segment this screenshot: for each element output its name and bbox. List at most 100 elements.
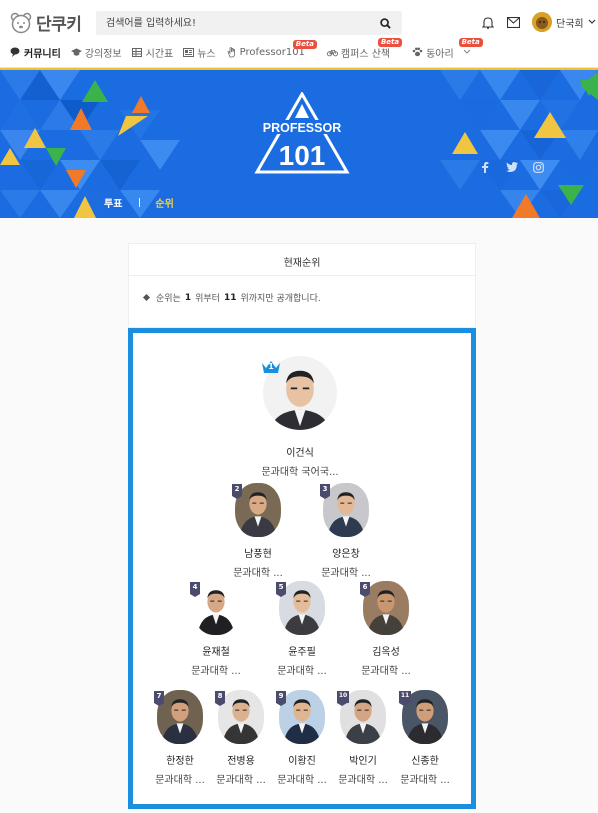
table-icon: [132, 47, 143, 58]
nav-item-news[interactable]: 뉴스: [183, 45, 216, 60]
professor-card[interactable]: 6 김옥성 문과대학 ...: [346, 581, 426, 677]
notice-to: 11: [223, 292, 237, 303]
photo-wrapper: 1: [261, 356, 337, 430]
bicycle-icon: [326, 47, 338, 58]
nav-label: 동아리: [426, 48, 454, 60]
bear-logo-icon: [10, 12, 32, 33]
professor-card[interactable]: 1 이건식 문과대학 국어국...: [235, 356, 365, 478]
nav-item-timetable[interactable]: 시간표: [132, 45, 174, 60]
professor-card[interactable]: 4 윤재철문과대학 ...: [176, 581, 256, 677]
facebook-icon[interactable]: [478, 160, 492, 174]
beta-badge: Beta: [292, 39, 317, 49]
nav-item-professor101[interactable]: Professor101 Beta: [226, 39, 317, 58]
professor-name: 한정한: [166, 756, 194, 767]
tab-ranking[interactable]: 순위: [155, 195, 173, 210]
search-icon: [379, 17, 391, 29]
professor-card[interactable]: 7 한정한문과대학 ...: [150, 690, 210, 786]
chevron-down-icon: [463, 49, 471, 54]
search-input[interactable]: [96, 11, 402, 35]
notice-from: 1: [184, 292, 192, 303]
main-nav: 커뮤니티 강의정보 시간표 뉴스 Professor101 Beta 캠퍼스 산…: [0, 37, 483, 64]
professor-card[interactable]: 8 전병용 문과대학 ...: [211, 690, 271, 786]
photo-wrapper: 8: [215, 690, 264, 744]
professor-department: 문과대학 ...: [338, 775, 388, 786]
rank-number: 1: [268, 362, 274, 371]
rank-badge: 7: [154, 691, 164, 706]
graduation-cap-icon: [70, 47, 82, 58]
instagram-icon[interactable]: [531, 160, 545, 174]
rank-badge: 10: [337, 691, 349, 706]
user-menu[interactable]: 단국희: [532, 12, 596, 32]
professor-department: 문과대학 ...: [321, 568, 371, 579]
professor-name: 양은창: [332, 549, 360, 560]
professor-name: 남풍현: [244, 549, 272, 560]
rank-badge: 3: [320, 484, 330, 499]
professor-card[interactable]: 3 양은창문과대학 ...: [306, 483, 386, 579]
professor-name: 윤재철: [202, 647, 230, 658]
professor-card[interactable]: 11 신종한 문과대학 ...: [395, 690, 455, 786]
nav-label: 캠퍼스 산책: [340, 48, 391, 60]
beta-badge: Beta: [377, 37, 403, 47]
professor-department: 문과대학 ...: [277, 775, 327, 786]
professor-department: 문과대학 국어국...: [261, 467, 339, 478]
nav-item-clubs[interactable]: 동아리 Beta: [412, 37, 483, 60]
nav-label: 뉴스: [197, 48, 216, 60]
chat-icon: [10, 47, 21, 58]
rank-badge: 6: [360, 582, 370, 597]
nav-item-campus-walk[interactable]: 캠퍼스 산책 Beta: [326, 37, 403, 60]
professor-card[interactable]: 10 박인기 문과대학 ...: [333, 690, 393, 786]
professor-department: 문과대학 ...: [155, 775, 205, 786]
search-button[interactable]: [375, 13, 395, 33]
nav-label: 커뮤니티: [24, 48, 61, 60]
photo-wrapper: 11: [399, 690, 448, 744]
crown-icon: 1: [261, 359, 281, 375]
nav-item-lecture-info[interactable]: 강의정보: [70, 45, 122, 60]
newspaper-icon: [183, 47, 195, 58]
mail-icon[interactable]: [505, 14, 521, 30]
professor-card[interactable]: 2 남풍현 문과대학 ...: [218, 483, 298, 579]
professor-name: 김옥성: [372, 647, 400, 658]
tab-divider: [139, 198, 141, 207]
photo-wrapper: 10: [337, 690, 386, 744]
photo-wrapper: 6: [360, 581, 409, 635]
top-header: 단쿠키 단국희 커뮤니티 강의정보 시간표 뉴스: [0, 0, 598, 68]
professor-card[interactable]: 9 이황진 문과대학 ...: [272, 690, 332, 786]
photo-wrapper: 7: [154, 690, 203, 744]
rank-badge: 8: [215, 691, 225, 706]
professor-name: 전병용: [227, 756, 255, 767]
photo-wrapper: 3: [320, 483, 369, 537]
professor-name: 윤주필: [288, 647, 316, 658]
professor-department: 문과대학 ...: [191, 666, 241, 677]
photo-wrapper: 2: [232, 483, 281, 537]
nav-label: 시간표: [145, 48, 174, 60]
professor-card[interactable]: 5 윤주필문과대학 ...: [262, 581, 342, 677]
banner-tabs: 투표 순위: [104, 195, 174, 210]
panel-title: 현재순위: [129, 244, 475, 276]
chevron-down-icon: [588, 19, 596, 24]
notice-suffix: 위까지만 공개합니다.: [240, 294, 321, 304]
bullet-diamond-icon: [142, 293, 151, 302]
tab-vote[interactable]: 투표: [104, 195, 122, 210]
current-ranking-panel: 현재순위 순위는 1 위부터 11 위까지만 공개합니다.: [128, 243, 476, 328]
professor101-logo: PROFESSOR 101: [254, 92, 350, 174]
logo-text: 단쿠키: [36, 15, 82, 35]
rank-badge: 11: [399, 691, 411, 706]
nav-label: 강의정보: [84, 48, 122, 60]
professor-name: 신종한: [411, 756, 439, 767]
rank-badge: 5: [276, 582, 286, 597]
ranking-notice: 순위는 1 위부터 11 위까지만 공개합니다.: [142, 291, 321, 304]
logo[interactable]: 단쿠키: [10, 10, 82, 35]
paw-icon: [412, 47, 423, 58]
nav-item-community[interactable]: 커뮤니티: [10, 45, 61, 60]
brand-top-text: PROFESSOR: [263, 121, 342, 135]
rank-badge: 9: [276, 691, 286, 706]
avatar: [532, 12, 552, 32]
twitter-icon[interactable]: [505, 160, 519, 174]
user-name: 단국희: [556, 18, 584, 30]
professor-department: 문과대학 ...: [277, 666, 327, 677]
notice-prefix: 순위는: [156, 294, 181, 304]
rank-badge: 4: [190, 582, 200, 597]
notification-bell-icon[interactable]: [480, 14, 496, 30]
notice-mid: 위부터: [195, 294, 220, 304]
photo-wrapper: 5: [276, 581, 325, 635]
